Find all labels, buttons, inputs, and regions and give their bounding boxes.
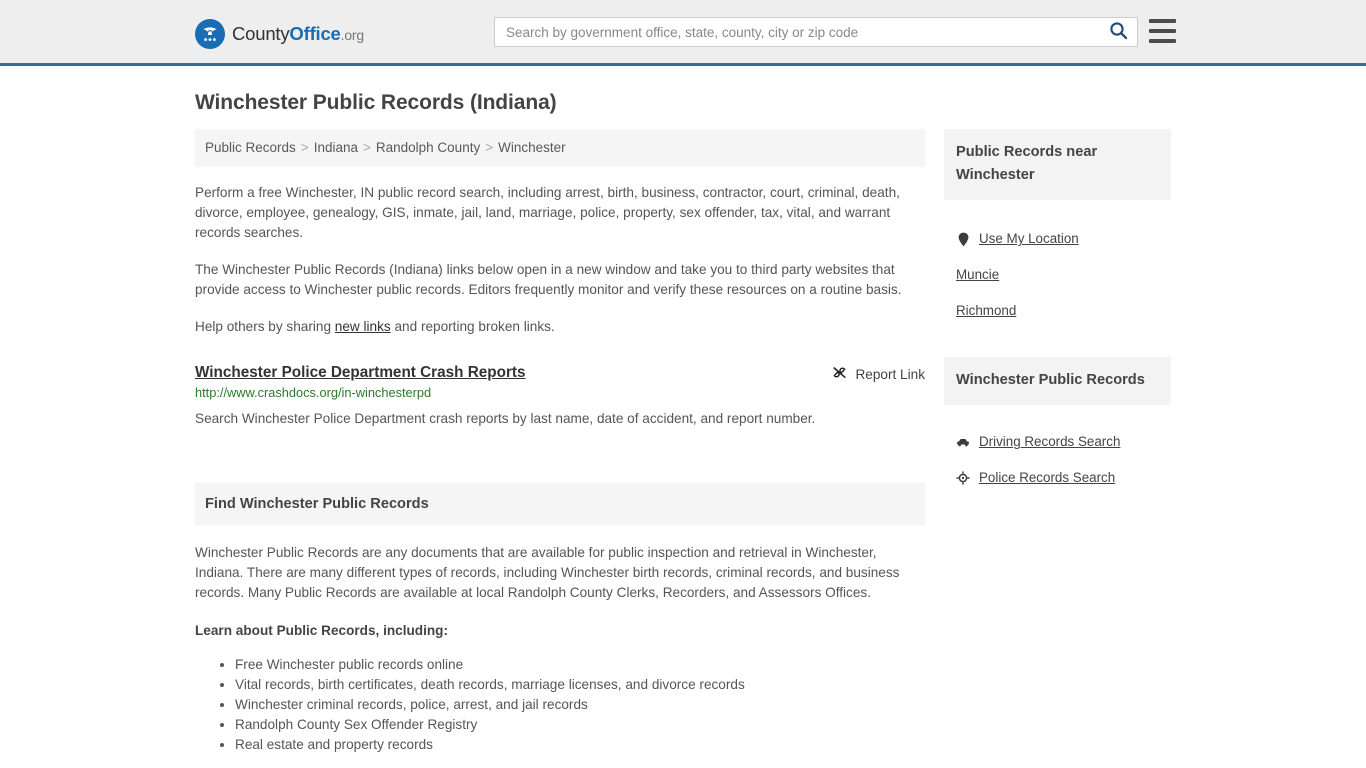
breadcrumb: Public Records > Indiana > Randolph County > W… — [195, 129, 925, 168]
breadcrumb-item-winchester: Winchester — [498, 140, 566, 156]
page-title: Winchester Public Records (Indiana) — [195, 91, 557, 114]
sidebar: Public Records near Winchester Use My Lo… — [944, 129, 1171, 496]
sidebar-records-list: Driving Records Search Police Records Se… — [944, 424, 1171, 496]
list-item: Free Winchester public records online — [235, 655, 925, 675]
map-pin-icon — [956, 232, 970, 247]
section-subheading: Learn about Public Records, including: — [195, 623, 449, 639]
sidebar-link-police-records[interactable]: Police Records Search — [979, 469, 1115, 487]
resource-link-title[interactable]: Winchester Police Department Crash Repor… — [195, 363, 526, 383]
brand-word-tld: .org — [340, 26, 365, 43]
car-icon — [956, 437, 970, 448]
search-input[interactable] — [495, 18, 1099, 46]
sidebar-item-richmond[interactable]: Richmond — [944, 293, 1171, 329]
learn-about-list: Free Winchester public records online Vi… — [195, 655, 925, 755]
section-body-text: Winchester Public Records are any docume… — [195, 545, 900, 601]
report-link-button[interactable]: Report Link — [831, 363, 925, 384]
new-links-link[interactable]: new links — [335, 319, 391, 334]
main-column: Public Records > Indiana > Randolph County > W… — [195, 129, 925, 755]
list-item: Vital records, birth certificates, death… — [235, 675, 925, 695]
sidebar-link-driving-records[interactable]: Driving Records Search — [979, 433, 1120, 451]
find-records-section: Find Winchester Public Records Wincheste… — [195, 483, 925, 755]
intro-paragraph-2: The Winchester Public Records (Indiana) … — [195, 262, 902, 298]
menu-bar-3 — [1149, 39, 1176, 43]
list-item: Winchester criminal records, police, arr… — [235, 695, 925, 715]
breadcrumb-item-randolph-county[interactable]: Randolph County — [376, 140, 480, 155]
search-icon — [1109, 21, 1128, 43]
sidebar-link-use-my-location[interactable]: Use My Location — [979, 230, 1079, 248]
search-submit-button[interactable] — [1099, 18, 1137, 46]
hamburger-menu-icon[interactable] — [1149, 19, 1176, 43]
report-link-label: Report Link — [855, 366, 925, 382]
breadcrumb-separator-3: > — [485, 140, 494, 156]
breadcrumb-item-indiana[interactable]: Indiana — [314, 140, 358, 155]
sidebar-link-richmond[interactable]: Richmond — [956, 302, 1016, 320]
sidebar-link-muncie[interactable]: Muncie — [956, 266, 999, 284]
sidebar-near-list: Use My Location Muncie Richmond — [944, 221, 1171, 329]
sidebar-card-records: Winchester Public Records Driving Record… — [944, 357, 1171, 496]
sidebar-item-muncie[interactable]: Muncie — [944, 257, 1171, 293]
menu-bar-2 — [1149, 29, 1176, 33]
police-badge-icon — [956, 471, 970, 485]
sidebar-item-police-records[interactable]: Police Records Search — [944, 460, 1171, 496]
menu-bar-1 — [1149, 19, 1176, 23]
share-text-after: and reporting broken links. — [390, 319, 555, 335]
sidebar-records-heading: Winchester Public Records — [944, 357, 1171, 406]
sidebar-item-driving-records[interactable]: Driving Records Search — [944, 424, 1171, 460]
resource-link-header: Winchester Police Department Crash Repor… — [195, 363, 925, 384]
breadcrumb-item-public-records[interactable]: Public Records — [205, 140, 296, 155]
section-heading: Find Winchester Public Records — [195, 483, 925, 526]
eagle-shield-icon — [195, 19, 225, 49]
page-container: Winchester Public Records (Indiana) Publ… — [0, 90, 1366, 755]
sidebar-item-use-my-location[interactable]: Use My Location — [944, 221, 1171, 257]
broken-link-icon — [831, 364, 848, 384]
resource-link-url[interactable]: http://www.crashdocs.org/in-winchesterpd — [195, 385, 431, 400]
sidebar-card-near: Public Records near Winchester Use My Lo… — [944, 129, 1171, 329]
resource-link-description: Search Winchester Police Department cras… — [195, 411, 816, 427]
brand-word-office: Office — [289, 22, 341, 44]
sidebar-near-heading: Public Records near Winchester — [944, 129, 1171, 201]
breadcrumb-separator-2: > — [362, 140, 371, 156]
breadcrumb-separator-1: > — [300, 140, 309, 156]
list-item: Real estate and property records — [235, 735, 925, 755]
content-columns: Public Records > Indiana > Randolph County > W… — [195, 129, 1171, 755]
intro-paragraph-3: Help others by sharing new links and rep… — [195, 317, 925, 337]
site-header: CountyOffice.org — [0, 0, 1366, 66]
site-logo-text: CountyOffice.org — [232, 22, 365, 44]
share-text-before: Help others by sharing — [195, 319, 335, 335]
intro-paragraph-1: Perform a free Winchester, IN public rec… — [195, 185, 900, 241]
list-item: Randolph County Sex Offender Registry — [235, 715, 925, 735]
search-bar — [494, 17, 1138, 47]
site-logo-link[interactable]: CountyOffice.org — [195, 19, 364, 49]
brand-word-county: County — [232, 22, 290, 44]
resource-link-entry: Winchester Police Department Crash Repor… — [195, 363, 925, 431]
